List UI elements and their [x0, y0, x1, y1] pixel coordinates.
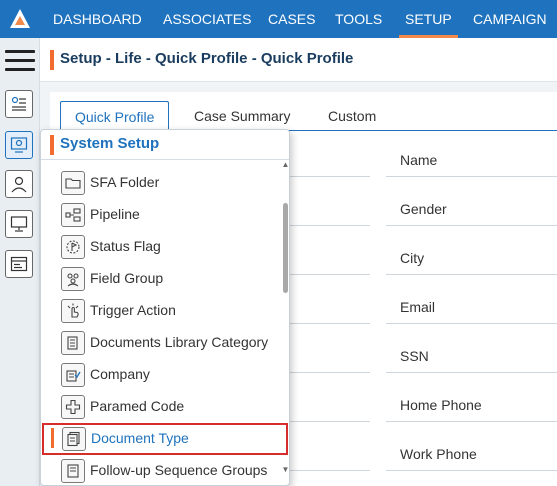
menu-item-pipeline[interactable]: Pipeline	[41, 199, 281, 231]
field-group-icon	[61, 267, 85, 291]
field-input[interactable]	[290, 437, 370, 471]
menu-item-label: Pipeline	[90, 206, 140, 222]
field-work-phone[interactable]: Work Phone	[386, 437, 557, 471]
menu-item-field-group[interactable]: Field Group	[41, 263, 281, 295]
field-city[interactable]: City	[386, 241, 557, 275]
nav-campaign[interactable]: CAMPAIGN	[473, 0, 547, 38]
field-input[interactable]	[290, 388, 370, 422]
menu-item-trigger-action[interactable]: Trigger Action	[41, 295, 281, 327]
field-input[interactable]	[290, 241, 370, 275]
nav-tools[interactable]: TOOLS	[335, 0, 382, 38]
menu-item-label: Documents Library Category	[90, 334, 269, 350]
menu-item-label: Paramed Code	[90, 398, 185, 414]
nav-setup[interactable]: SETUP	[399, 0, 458, 38]
menu-item-label: Trigger Action	[90, 302, 176, 318]
menu-item-company[interactable]: Company	[41, 359, 281, 391]
page-title: Setup - Life - Quick Profile - Quick Pro…	[60, 50, 354, 67]
company-icon	[61, 363, 85, 387]
field-ssn[interactable]: SSN	[386, 339, 557, 373]
panel-scrollbar-thumb[interactable]	[283, 203, 288, 293]
nav-dashboard[interactable]: DASHBOARD	[53, 0, 142, 38]
menu-item-document-type[interactable]: Document Type	[42, 423, 288, 455]
logo-icon	[10, 9, 30, 28]
field-input[interactable]	[290, 192, 370, 226]
trigger-action-icon	[61, 299, 85, 323]
follow-up-icon	[61, 459, 85, 483]
field-name[interactable]: Name	[386, 143, 557, 177]
tab-case-summary[interactable]: Case Summary	[194, 101, 290, 131]
pipeline-icon	[61, 203, 85, 227]
nav-cases[interactable]: CASES	[268, 0, 315, 38]
scroll-up-arrow-icon[interactable]: ▲	[281, 161, 289, 169]
menu-item-follow-up-sequence-groups[interactable]: Follow-up Sequence Groups	[41, 455, 281, 485]
status-flag-icon	[61, 235, 85, 259]
nav-associates[interactable]: ASSOCIATES	[163, 0, 251, 38]
menu-item-label: Document Type	[91, 430, 189, 446]
tab-quick-profile[interactable]: Quick Profile	[60, 101, 170, 131]
menu-item-label: Status Flag	[90, 238, 161, 254]
field-gender[interactable]: Gender	[386, 192, 557, 226]
menu-item-paramed-code[interactable]: Paramed Code	[41, 391, 281, 423]
field-email[interactable]: Email	[386, 290, 557, 324]
panel-accent-bar	[50, 135, 54, 155]
panel-header: System Setup	[41, 130, 289, 160]
scroll-down-arrow-icon[interactable]: ▼	[281, 466, 289, 474]
panel-title: System Setup	[60, 135, 160, 152]
field-home-phone[interactable]: Home Phone	[386, 388, 557, 422]
document-type-icon	[62, 427, 86, 451]
menu-item-label: Company	[90, 366, 150, 382]
profile-list-icon[interactable]	[5, 90, 33, 118]
window-icon[interactable]	[5, 250, 33, 278]
menu-item-label: Follow-up Sequence Groups	[90, 462, 268, 478]
system-setup-panel: System Setup SFA Folder Pipeline Status …	[40, 129, 290, 486]
menu-item-label: Field Group	[90, 270, 164, 286]
selected-accent-bar	[51, 428, 54, 448]
field-input[interactable]	[290, 339, 370, 373]
folder-icon	[61, 171, 85, 195]
tab-custom[interactable]: Custom	[328, 101, 376, 131]
monitor-icon[interactable]	[5, 210, 33, 238]
documents-library-icon	[61, 331, 85, 355]
menu-item-sfa-folder[interactable]: SFA Folder	[41, 167, 281, 199]
field-input[interactable]	[290, 143, 370, 177]
menu-item-status-flag[interactable]: Status Flag	[41, 231, 281, 263]
page-header: Setup - Life - Quick Profile - Quick Pro…	[40, 38, 557, 82]
menu-item-label: SFA Folder	[90, 174, 160, 190]
title-accent-bar	[50, 50, 54, 70]
paramed-code-icon	[61, 395, 85, 419]
user-icon[interactable]	[5, 170, 33, 198]
menu-item-documents-library-category[interactable]: Documents Library Category	[41, 327, 281, 359]
field-input[interactable]	[290, 290, 370, 324]
system-setup-icon[interactable]	[5, 131, 33, 159]
hamburger-menu-icon[interactable]	[5, 50, 35, 72]
app-logo[interactable]	[0, 0, 40, 38]
